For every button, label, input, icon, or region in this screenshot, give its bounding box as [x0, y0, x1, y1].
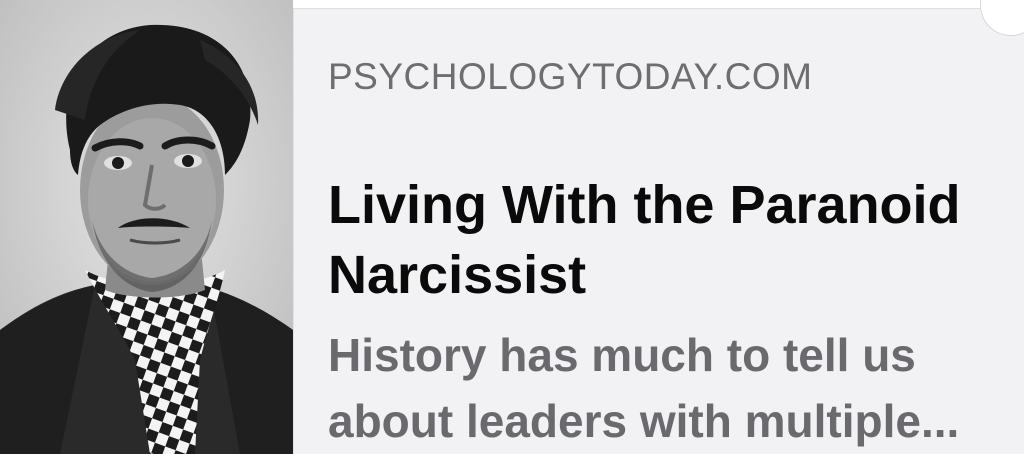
- close-icon[interactable]: [980, 0, 1024, 36]
- source-domain[interactable]: PSYCHOLOGYTODAY.COM: [328, 54, 1024, 100]
- article-description: History has much to tell us about leader…: [328, 322, 1024, 454]
- link-preview-card[interactable]: PSYCHOLOGYTODAY.COM Living With the Para…: [0, 0, 1024, 454]
- title-line: Living With the Paranoid: [328, 175, 961, 235]
- description-line: about leaders with multiple...: [328, 395, 960, 447]
- description-line: History has much to tell us: [328, 329, 916, 381]
- article-thumbnail[interactable]: [0, 0, 294, 454]
- article-title[interactable]: Living With the Paranoid Narcissist: [328, 170, 1024, 310]
- title-line: Narcissist: [328, 245, 587, 305]
- source-row: PSYCHOLOGYTODAY.COM: [328, 54, 1024, 100]
- portrait-photo: [0, 0, 293, 454]
- top-divider: [293, 0, 1024, 9]
